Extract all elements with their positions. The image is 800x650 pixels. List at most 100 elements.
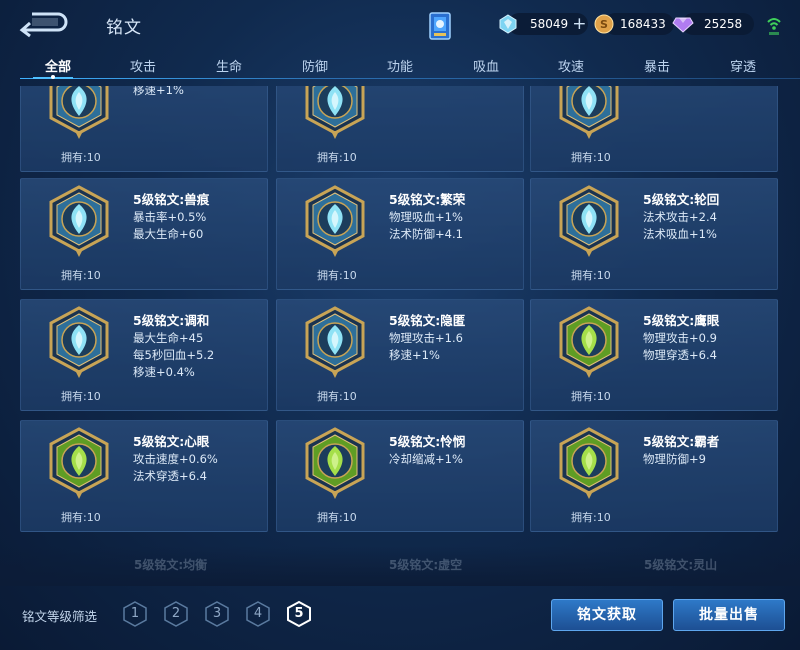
attribute-line: 攻击速度+0.6% — [133, 452, 218, 466]
inscription-attributes: 法术攻击+2.4 法术吸血+1% — [643, 209, 717, 243]
level-number: 1 — [130, 606, 140, 621]
inscription-name: 5级铭文:隐匿 — [389, 313, 466, 328]
inscription-gem-icon — [303, 427, 367, 501]
tab-underline — [20, 78, 800, 79]
attribute-line: 物理攻击+1.6 — [389, 331, 463, 345]
level-number: 5 — [294, 606, 304, 621]
level-filter-1[interactable]: 1 — [122, 600, 148, 628]
attribute-line: 最大生命+60 — [133, 227, 204, 241]
inscription-attributes: 物理防御+9 — [643, 451, 706, 468]
add-diamond-icon[interactable]: + — [572, 13, 586, 35]
crystal-value: 25258 — [704, 17, 743, 31]
inscription-gem-icon — [557, 86, 621, 141]
crystal-currency: 25258 — [672, 13, 754, 35]
owned-count: 拥有:10 — [61, 151, 101, 164]
inscription-gem-icon — [557, 185, 621, 259]
inscription-gem-icon — [47, 306, 111, 380]
ghost-item-name: 5级铭文:均衡 — [134, 558, 208, 572]
back-arrow-icon[interactable] — [14, 8, 70, 38]
inscription-card[interactable]: 5级铭文:鹰眼 物理攻击+0.9 物理穿透+6.4 拥有:10 — [530, 299, 778, 411]
level-filter-5[interactable]: 5 — [286, 600, 312, 628]
page-title: 铭文 — [106, 18, 142, 38]
tab-crit[interactable]: 暴击 — [644, 56, 670, 75]
category-tabs: 全部 攻击 生命 防御 功能 吸血 攻速 暴击 穿透 — [0, 50, 800, 80]
attribute-line: 移速+0.4% — [133, 365, 195, 379]
level-filter-4[interactable]: 4 — [245, 600, 271, 628]
inscription-gem-icon — [557, 427, 621, 501]
inscription-card[interactable]: 5级铭文:调和 最大生命+45 每5秒回血+5.2 移速+0.4% 拥有:10 — [20, 299, 268, 411]
inscription-gem-icon — [47, 427, 111, 501]
attribute-line: 法术攻击+2.4 — [643, 210, 717, 224]
owned-count: 拥有:10 — [61, 511, 101, 524]
inscription-gem-icon — [303, 86, 367, 141]
svg-text:S: S — [600, 18, 608, 31]
inscription-attributes: 暴击率+0.5% 最大生命+60 — [133, 209, 206, 243]
inscription-attributes: 攻击速度+1%移速+1% — [133, 86, 207, 99]
inscription-name: 5级铭文:调和 — [133, 313, 210, 328]
tab-health[interactable]: 生命 — [216, 56, 242, 75]
inscription-card[interactable]: 法术吸血+1.6%拥有:10 — [276, 86, 524, 172]
inscription-card[interactable]: 5级铭文:兽痕 暴击率+0.5% 最大生命+60 拥有:10 — [20, 178, 268, 290]
inscription-name: 5级铭文:霸者 — [643, 434, 720, 449]
inscription-gem-icon — [47, 185, 111, 259]
attribute-line: 移速+1% — [133, 86, 184, 97]
inscription-name: 5级铭文:怜悯 — [389, 434, 466, 449]
owned-count: 拥有:10 — [61, 269, 101, 282]
owned-count: 拥有:10 — [571, 390, 611, 403]
tab-attack[interactable]: 攻击 — [130, 56, 156, 75]
gold-value: 168433 — [620, 17, 666, 31]
inscription-name: 5级铭文:鹰眼 — [643, 313, 720, 328]
acquire-inscription-button[interactable]: 铭文获取 — [551, 599, 663, 631]
inscription-name: 5级铭文:心眼 — [133, 434, 210, 449]
level-number: 2 — [171, 606, 181, 621]
owned-count: 拥有:10 — [571, 269, 611, 282]
wifi-signal-icon — [767, 18, 781, 35]
attribute-line: 物理穿透+6.4 — [643, 348, 717, 362]
inscription-book-icon[interactable] — [427, 10, 453, 42]
inscription-card[interactable]: 攻击速度+1%移速+1% 拥有:10 — [20, 86, 268, 172]
diamond-icon — [499, 14, 517, 34]
tab-all[interactable]: 全部 — [45, 56, 71, 75]
inscription-card[interactable]: 5级铭文:怜悯 冷却缩减+1% 拥有:10 — [276, 420, 524, 532]
owned-count: 拥有:10 — [317, 269, 357, 282]
tab-attack-speed[interactable]: 攻速 — [558, 56, 584, 75]
batch-sell-button[interactable]: 批量出售 — [673, 599, 785, 631]
level-filter-label: 铭文等级筛选 — [22, 609, 98, 624]
tab-utility[interactable]: 功能 — [387, 56, 413, 75]
inscription-attributes: 物理吸血+1% 法术防御+4.1 — [389, 209, 463, 243]
inscription-gem-icon — [47, 86, 111, 141]
inscription-card[interactable]: 5级铭文:心眼 攻击速度+0.6% 法术穿透+6.4 拥有:10 — [20, 420, 268, 532]
owned-count: 拥有:10 — [317, 511, 357, 524]
attribute-line: 法术穿透+6.4 — [133, 469, 207, 483]
tab-lifesteal[interactable]: 吸血 — [473, 56, 499, 75]
inscription-card[interactable]: 物理吸血+1.6%拥有:10 — [530, 86, 778, 172]
owned-count: 拥有:10 — [317, 151, 357, 164]
attribute-line: 物理防御+9 — [643, 452, 706, 466]
inscription-attributes: 冷却缩减+1% — [389, 451, 463, 468]
tab-defense[interactable]: 防御 — [302, 56, 328, 75]
inscription-card[interactable]: 5级铭文:霸者 物理防御+9 拥有:10 — [530, 420, 778, 532]
gold-currency: S 168433 — [594, 13, 674, 35]
attribute-line: 移速+1% — [389, 348, 440, 362]
level-filter-3[interactable]: 3 — [204, 600, 230, 628]
inscription-card[interactable]: 5级铭文:隐匿 物理攻击+1.6 移速+1% 拥有:10 — [276, 299, 524, 411]
inscription-attributes: 最大生命+45 每5秒回血+5.2 移速+0.4% — [133, 330, 214, 381]
inscription-card[interactable]: 5级铭文:轮回 法术攻击+2.4 法术吸血+1% 拥有:10 — [530, 178, 778, 290]
owned-count: 拥有:10 — [571, 511, 611, 524]
gold-coin-icon: S — [594, 14, 614, 34]
level-number: 3 — [212, 606, 222, 621]
inscription-gem-icon — [557, 306, 621, 380]
inscription-name: 5级铭文:兽痕 — [133, 192, 210, 207]
inscription-gem-icon — [303, 306, 367, 380]
tab-penetration[interactable]: 穿透 — [730, 56, 756, 75]
attribute-line: 物理吸血+1% — [389, 210, 463, 224]
level-filter-2[interactable]: 2 — [163, 600, 189, 628]
active-tab-indicator — [33, 75, 73, 79]
inscription-card[interactable]: 5级铭文:繁荣 物理吸血+1% 法术防御+4.1 拥有:10 — [276, 178, 524, 290]
inscription-grid: 攻击速度+1%移速+1%拥有:10法术吸血+1.6%拥有:10物理吸血+1.6%… — [0, 86, 800, 586]
diamond-currency: 58049 + — [498, 13, 588, 35]
inscription-attributes: 攻击速度+0.6% 法术穿透+6.4 — [133, 451, 218, 485]
purple-crystal-icon — [672, 17, 694, 33]
attribute-line: 物理攻击+0.9 — [643, 331, 717, 345]
attribute-line: 暴击率+0.5% — [133, 210, 207, 224]
